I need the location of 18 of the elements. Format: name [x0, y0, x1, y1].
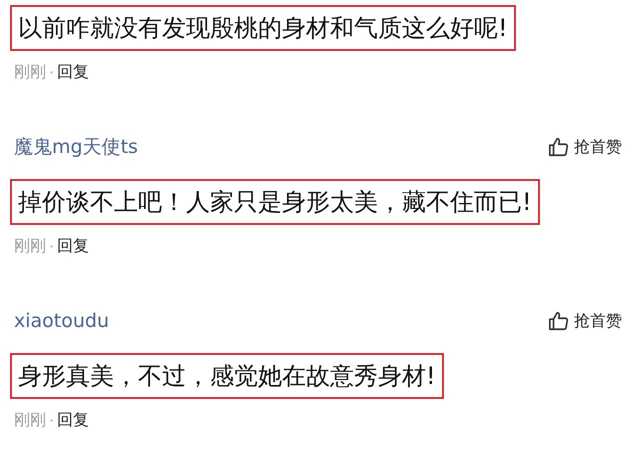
comment-text: 以前咋就没有发现殷桃的身材和气质这么好呢!	[10, 5, 516, 51]
separator-dot: ·	[49, 410, 54, 430]
reply-link[interactable]: 回复	[57, 236, 90, 256]
thumbs-up-icon	[548, 310, 570, 332]
separator-dot: ·	[49, 236, 54, 256]
username[interactable]: xiaotoudu	[10, 310, 110, 332]
like-button[interactable]: 抢首赞	[548, 136, 622, 158]
comment-text: 身形真美，不过，感觉她在故意秀身材!	[10, 353, 444, 399]
thumbs-up-icon	[548, 136, 570, 158]
like-button[interactable]: 抢首赞	[548, 310, 622, 332]
reply-link[interactable]: 回复	[57, 62, 90, 82]
timestamp: 刚刚	[14, 410, 46, 430]
reply-link[interactable]: 回复	[57, 410, 90, 430]
username[interactable]: 魔鬼mg天使ts	[10, 134, 138, 160]
separator-dot: ·	[49, 62, 54, 82]
timestamp: 刚刚	[14, 236, 46, 256]
comment-text: 掉价谈不上吧！人家只是身形太美，藏不住而已!	[10, 179, 540, 225]
timestamp: 刚刚	[14, 62, 46, 82]
